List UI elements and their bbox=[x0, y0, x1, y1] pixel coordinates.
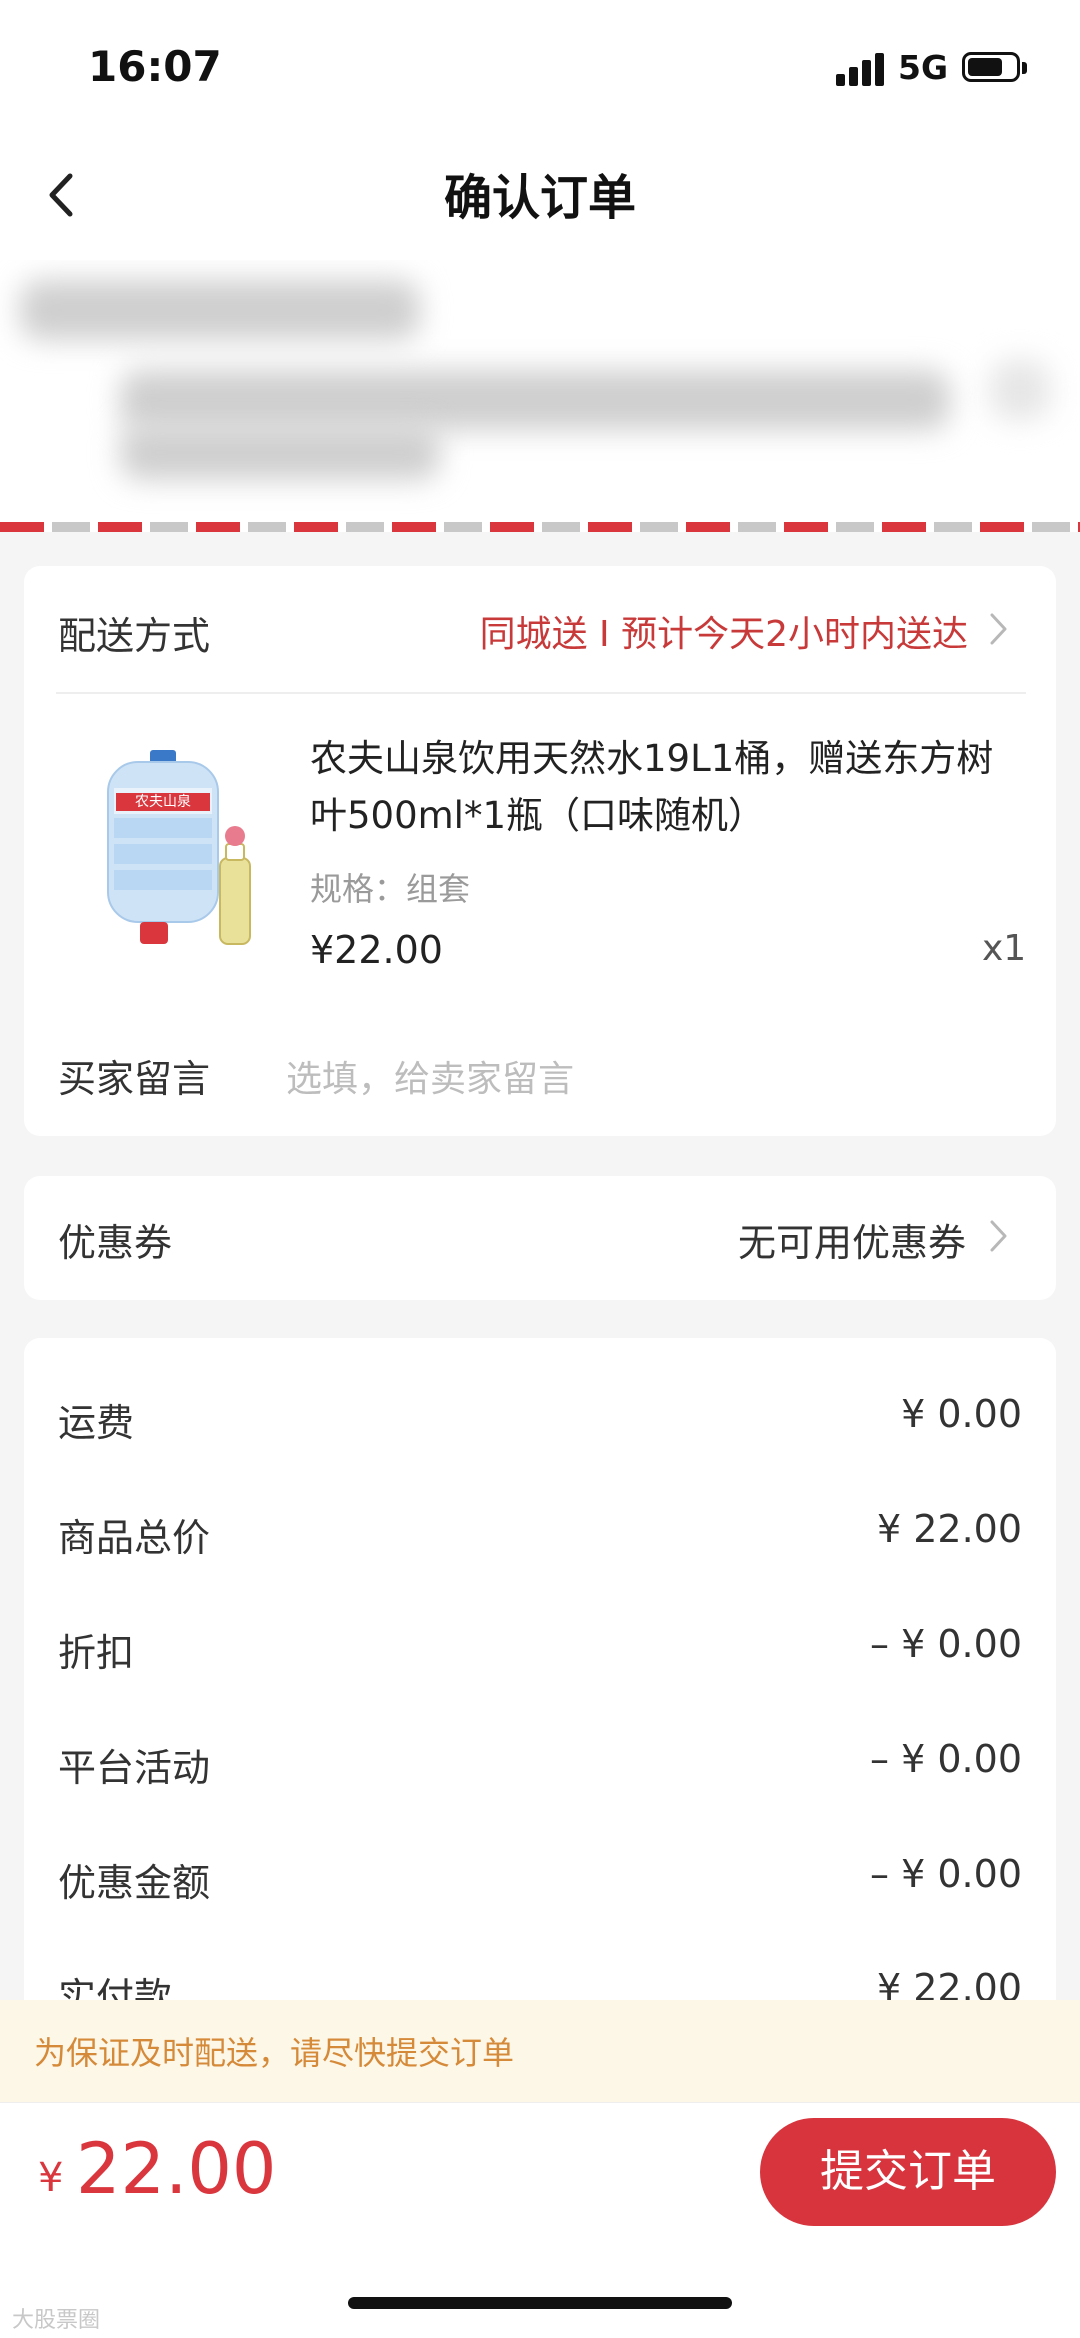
summary-row-value: ¥ 0.00 bbox=[901, 1392, 1022, 1436]
tips-text: 为保证及时配送，请尽快提交订单 bbox=[34, 2034, 515, 2072]
network-type: 5G bbox=[898, 48, 949, 87]
summary-row-value: ¥ 22.00 bbox=[876, 1507, 1022, 1551]
battery-tip bbox=[1022, 62, 1027, 74]
home-indicator[interactable] bbox=[348, 2297, 732, 2309]
chevron-right-icon[interactable] bbox=[988, 612, 1008, 646]
total-currency: ¥ bbox=[38, 2155, 64, 2201]
summary-row-label: 商品总价 bbox=[58, 1516, 211, 1560]
message-input[interactable]: 选填，给卖家留言 bbox=[286, 1050, 574, 1102]
product-image[interactable]: 农夫山泉 bbox=[98, 748, 268, 958]
chevron-right-icon[interactable] bbox=[988, 1219, 1008, 1253]
product-spec: 规格：组套 bbox=[310, 870, 471, 908]
divider bbox=[56, 692, 1026, 694]
summary-row-value: – ¥ 0.00 bbox=[870, 1852, 1022, 1896]
total-amount: 22.00 bbox=[76, 2128, 277, 2210]
summary-row-label: 平台活动 bbox=[58, 1746, 211, 1790]
signal-icon bbox=[836, 52, 886, 86]
summary-row-label: 折扣 bbox=[58, 1631, 135, 1675]
summary-row-value: – ¥ 0.00 bbox=[870, 1737, 1022, 1781]
coupon-label: 优惠券 bbox=[58, 1221, 173, 1265]
summary-row-label: 运费 bbox=[58, 1401, 135, 1445]
product-price: ¥22.00 bbox=[310, 928, 443, 972]
watermark-text: 大股票圈 bbox=[12, 2308, 101, 2333]
battery-icon bbox=[962, 52, 1020, 82]
address-section[interactable] bbox=[0, 260, 1080, 522]
status-time: 16:07 bbox=[88, 42, 222, 91]
submit-order-button[interactable]: 提交订单 bbox=[760, 2118, 1056, 2226]
summary-card bbox=[24, 1338, 1056, 2058]
address-stripe-divider bbox=[0, 522, 1080, 532]
summary-row-label: 优惠金额 bbox=[58, 1861, 211, 1905]
product-image-brand: 农夫山泉 bbox=[116, 793, 210, 811]
delivery-label: 配送方式 bbox=[58, 614, 211, 658]
product-quantity: x1 bbox=[982, 928, 1027, 969]
summary-row-value: – ¥ 0.00 bbox=[870, 1622, 1022, 1666]
coupon-value: 无可用优惠券 bbox=[737, 1221, 966, 1265]
page-title: 确认订单 bbox=[443, 170, 636, 226]
product-name[interactable]: 农夫山泉饮用天然水19L1桶，赠送东方树叶500ml*1瓶（口味随机） bbox=[310, 730, 1028, 844]
delivery-value[interactable]: 同城送 I 预计今天2小时内送达 bbox=[380, 605, 968, 657]
message-label: 买家留言 bbox=[58, 1057, 211, 1101]
